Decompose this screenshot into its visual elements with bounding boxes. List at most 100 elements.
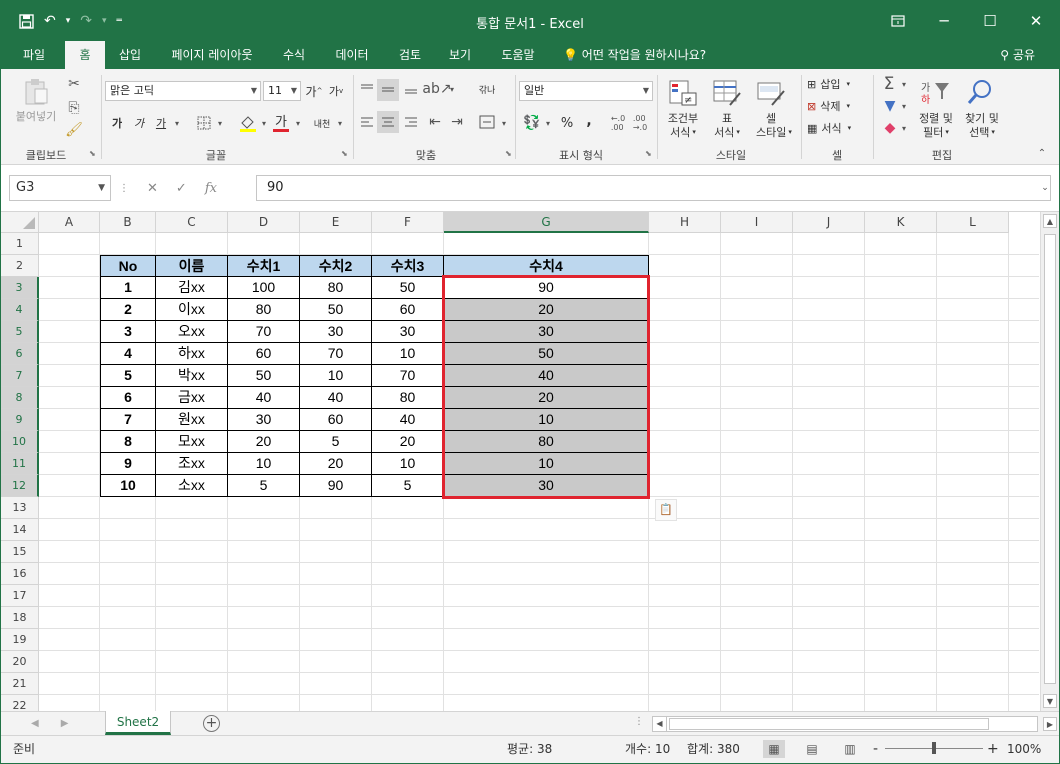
table-cell[interactable]: 60 bbox=[228, 343, 300, 365]
tab-formulas[interactable]: 수식 bbox=[273, 41, 315, 69]
page-layout-view-icon[interactable]: ▤ bbox=[801, 740, 823, 758]
table-header-cell[interactable]: 수치2 bbox=[300, 255, 372, 277]
scroll-down-icon[interactable]: ▼ bbox=[1043, 694, 1057, 708]
table-cell[interactable]: 40 bbox=[300, 387, 372, 409]
paste-button[interactable]: 붙여넣기 bbox=[9, 109, 63, 123]
table-cell[interactable]: 7 bbox=[100, 409, 156, 431]
restore-button[interactable]: ☐ bbox=[967, 1, 1013, 41]
format-as-table-label-2[interactable]: 서식 ▾ bbox=[705, 125, 749, 139]
share-button[interactable]: ⚲ 공유 bbox=[1000, 41, 1035, 69]
table-cell[interactable]: 이xx bbox=[156, 299, 228, 321]
table-cell[interactable]: 1 bbox=[100, 277, 156, 299]
row-header[interactable]: 3 bbox=[1, 277, 39, 299]
row-header[interactable]: 16 bbox=[1, 563, 39, 585]
copy-icon[interactable]: ⎘ bbox=[65, 99, 83, 117]
table-cell[interactable]: 조xx bbox=[156, 453, 228, 475]
fill-dropdown-icon[interactable]: ▾ bbox=[899, 99, 909, 113]
select-all-button[interactable] bbox=[1, 212, 39, 233]
row-header[interactable]: 2 bbox=[1, 255, 39, 277]
row-header[interactable]: 21 bbox=[1, 673, 39, 695]
orientation-dropdown-icon[interactable]: ▾ bbox=[447, 81, 457, 97]
table-header-cell[interactable]: 수치1 bbox=[228, 255, 300, 277]
row-header[interactable]: 6 bbox=[1, 343, 39, 365]
zoom-in-button[interactable]: + bbox=[987, 736, 999, 762]
conditional-formatting-label-1[interactable]: 조건부 bbox=[661, 111, 705, 125]
row-header[interactable]: 10 bbox=[1, 431, 39, 453]
table-cell[interactable]: 40 bbox=[228, 387, 300, 409]
tab-review[interactable]: 검토 bbox=[389, 41, 431, 69]
scroll-right-icon[interactable]: ▶ bbox=[1043, 717, 1057, 731]
table-cell[interactable]: 9 bbox=[100, 453, 156, 475]
fill-icon[interactable]: ▼ bbox=[881, 97, 899, 115]
table-cell[interactable]: 10 bbox=[372, 343, 444, 365]
cancel-icon[interactable]: ✕ bbox=[147, 181, 158, 196]
row-header[interactable]: 20 bbox=[1, 651, 39, 673]
table-cell[interactable]: 20 bbox=[300, 453, 372, 475]
table-cell[interactable]: 4 bbox=[100, 343, 156, 365]
table-cell[interactable]: 5 bbox=[100, 365, 156, 387]
table-cell[interactable]: 30 bbox=[300, 321, 372, 343]
horizontal-scroll-thumb[interactable] bbox=[669, 718, 989, 730]
next-sheet-icon[interactable]: ▶ bbox=[61, 712, 69, 735]
table-cell[interactable]: 70 bbox=[228, 321, 300, 343]
table-cell[interactable]: 70 bbox=[300, 343, 372, 365]
scroll-left-icon[interactable]: ◀ bbox=[653, 717, 667, 731]
row-header[interactable]: 14 bbox=[1, 519, 39, 541]
minimize-button[interactable]: ─ bbox=[921, 1, 967, 41]
insert-cells-button[interactable]: ⊞ 삽입 ▾ bbox=[807, 75, 869, 93]
formula-input[interactable]: 90 bbox=[256, 175, 1051, 201]
font-color-icon[interactable]: 가 bbox=[271, 111, 291, 135]
autosum-dropdown-icon[interactable]: ▾ bbox=[899, 77, 909, 91]
column-header[interactable]: G bbox=[444, 212, 649, 233]
tab-insert[interactable]: 삽입 bbox=[109, 41, 151, 69]
page-break-view-icon[interactable]: ▥ bbox=[839, 740, 861, 758]
table-cell[interactable]: 80 bbox=[372, 387, 444, 409]
expand-formula-bar-icon[interactable]: ⌄ bbox=[1039, 182, 1051, 194]
shrink-font-button[interactable]: 가v bbox=[327, 81, 345, 101]
sort-filter-label-2[interactable]: 필터 ▾ bbox=[913, 125, 959, 139]
format-as-table-label-1[interactable]: 표 bbox=[705, 111, 749, 125]
table-cell[interactable]: 60 bbox=[372, 299, 444, 321]
table-cell[interactable]: 원xx bbox=[156, 409, 228, 431]
row-header[interactable]: 22 bbox=[1, 695, 39, 711]
table-cell[interactable]: 50 bbox=[372, 277, 444, 299]
accounting-format-icon[interactable]: 💱 bbox=[521, 113, 543, 133]
row-header[interactable]: 19 bbox=[1, 629, 39, 651]
italic-button[interactable]: 가 bbox=[131, 113, 147, 133]
tab-file[interactable]: 파일 bbox=[9, 41, 59, 69]
row-header[interactable]: 17 bbox=[1, 585, 39, 607]
cell-styles-label-1[interactable]: 셀 bbox=[749, 111, 793, 125]
tab-page-layout[interactable]: 페이지 레이아웃 bbox=[159, 41, 265, 69]
row-header[interactable]: 13 bbox=[1, 497, 39, 519]
align-bottom-icon[interactable] bbox=[401, 79, 421, 99]
paste-icon[interactable] bbox=[19, 77, 53, 107]
orientation-icon[interactable]: ab↗ bbox=[422, 79, 451, 99]
table-header-cell[interactable]: 이름 bbox=[156, 255, 228, 277]
table-cell[interactable]: 10 bbox=[300, 365, 372, 387]
phonetic-dropdown-icon[interactable]: ▾ bbox=[335, 115, 345, 131]
table-cell[interactable]: 20 bbox=[372, 431, 444, 453]
merge-dropdown-icon[interactable]: ▾ bbox=[499, 115, 509, 131]
table-header-cell[interactable]: 수치4 bbox=[444, 255, 649, 277]
vertical-scroll-thumb[interactable] bbox=[1044, 234, 1056, 684]
name-box[interactable]: G3 ▼ bbox=[9, 175, 111, 201]
tab-home[interactable]: 홈 bbox=[65, 41, 105, 70]
row-header[interactable]: 7 bbox=[1, 365, 39, 387]
table-cell[interactable]: 8 bbox=[100, 431, 156, 453]
accounting-dropdown-icon[interactable]: ▾ bbox=[543, 115, 553, 131]
format-as-table-icon[interactable] bbox=[709, 77, 745, 109]
table-cell[interactable]: 오xx bbox=[156, 321, 228, 343]
table-cell[interactable]: 70 bbox=[372, 365, 444, 387]
table-cell[interactable]: 80 bbox=[228, 299, 300, 321]
find-select-label-2[interactable]: 선택 ▾ bbox=[959, 125, 1005, 139]
cut-icon[interactable]: ✂ bbox=[65, 75, 83, 93]
table-cell[interactable]: 20 bbox=[228, 431, 300, 453]
clear-dropdown-icon[interactable]: ▾ bbox=[899, 121, 909, 135]
conditional-formatting-icon[interactable]: ≠ bbox=[665, 77, 701, 109]
enter-icon[interactable]: ✓ bbox=[176, 181, 187, 196]
merge-center-icon[interactable] bbox=[477, 111, 497, 133]
row-header[interactable]: 12 bbox=[1, 475, 39, 497]
tab-view[interactable]: 보기 bbox=[439, 41, 481, 69]
column-header[interactable]: F bbox=[372, 212, 444, 233]
increase-indent-icon[interactable]: ⇥ bbox=[447, 111, 467, 133]
